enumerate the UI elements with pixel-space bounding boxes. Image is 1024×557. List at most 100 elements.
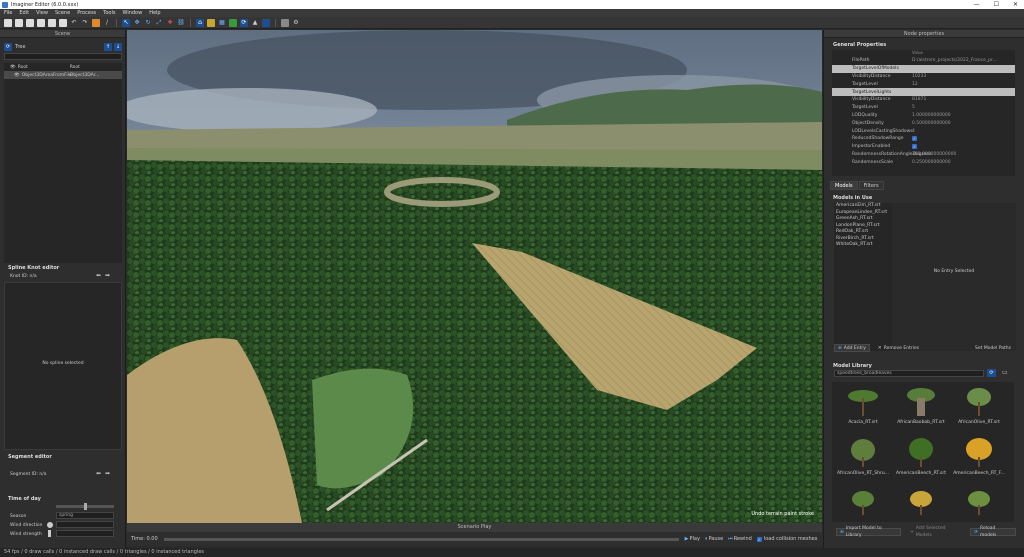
- grass-icon[interactable]: [229, 18, 237, 27]
- wind-strength-handle[interactable]: [48, 530, 51, 537]
- property-group-row[interactable]: TargetLevelLights: [832, 88, 1015, 96]
- menu-help[interactable]: Help: [149, 10, 160, 16]
- wind-direction-input[interactable]: [56, 521, 114, 528]
- paste-icon[interactable]: [59, 18, 67, 27]
- property-value[interactable]: 12: [912, 82, 918, 87]
- library-item[interactable]: AfricanBaobab_RT.srt: [896, 386, 946, 428]
- property-value[interactable]: 5: [912, 105, 915, 110]
- arrow-right-icon[interactable]: ➡: [105, 470, 110, 477]
- move-icon[interactable]: ✥: [133, 19, 141, 27]
- model-list-item[interactable]: WhiteOak_RT.srt: [834, 242, 892, 249]
- season-select[interactable]: spring: [56, 512, 114, 519]
- tab-models[interactable]: Models: [830, 181, 858, 190]
- property-row[interactable]: ObjectDensity 0.500000000000: [832, 119, 1015, 127]
- play-button[interactable]: Play: [690, 536, 700, 542]
- property-value[interactable]: 10233: [912, 74, 926, 79]
- rewind-button[interactable]: Rewind: [734, 536, 752, 542]
- rotate-icon[interactable]: ↻: [144, 19, 152, 27]
- 3d-viewport[interactable]: Undo terrain paint stroke: [127, 30, 822, 523]
- property-value[interactable]: 0.250000000000: [912, 160, 951, 165]
- library-item[interactable]: AmericanBeech_RT_F...: [953, 437, 1005, 479]
- refresh-icon[interactable]: ⟳: [4, 42, 12, 51]
- property-row[interactable]: VisibilityDistance 10233: [832, 73, 1015, 81]
- library-item[interactable]: Acacia_RT.srt: [838, 386, 888, 428]
- new-icon[interactable]: [4, 18, 12, 27]
- property-group-row[interactable]: TargetLevelOfModels: [832, 64, 1015, 73]
- redo-icon[interactable]: ↷: [81, 19, 89, 27]
- property-value[interactable]: 4: [912, 129, 915, 134]
- eye-icon[interactable]: 👁: [10, 65, 16, 70]
- pin-icon[interactable]: ✚: [166, 19, 174, 27]
- paint-icon[interactable]: [207, 18, 215, 27]
- camera-icon[interactable]: [262, 18, 270, 27]
- property-row[interactable]: TargetLevel 5: [832, 104, 1015, 112]
- maximize-button[interactable]: ☐: [994, 1, 999, 8]
- add-selected-button[interactable]: + Add Selected Models: [907, 526, 964, 538]
- minimize-button[interactable]: —: [974, 1, 980, 8]
- add-entry-button[interactable]: ⊕ Add Entry: [834, 344, 870, 352]
- slider-handle[interactable]: [84, 503, 87, 510]
- eye-icon[interactable]: 👁: [14, 73, 20, 78]
- save-icon[interactable]: [26, 18, 34, 27]
- copy-icon[interactable]: [48, 18, 56, 27]
- load-collision-checkbox[interactable]: ✓: [756, 536, 762, 542]
- wind-direction-dial[interactable]: [47, 522, 53, 528]
- menu-view[interactable]: View: [36, 10, 48, 16]
- image-icon[interactable]: [92, 18, 100, 27]
- reload-models-button[interactable]: ⟳ Reload models: [970, 526, 1016, 538]
- menu-file[interactable]: File: [4, 10, 12, 16]
- arrow-left-icon[interactable]: ⬅: [96, 470, 101, 477]
- property-checkbox[interactable]: ✓: [912, 136, 917, 142]
- tree-row[interactable]: 👁 Root Root: [4, 63, 122, 71]
- settings-icon[interactable]: ⚙: [292, 19, 300, 27]
- link-icon[interactable]: ⛓: [177, 19, 185, 27]
- tab-filters[interactable]: Filters: [858, 181, 884, 190]
- arrow-right-icon[interactable]: ➡: [105, 272, 110, 279]
- scale-icon[interactable]: ⤢: [155, 19, 163, 27]
- library-item[interactable]: [838, 489, 888, 515]
- timeline-slider[interactable]: [163, 537, 679, 541]
- property-row[interactable]: ImpostorEnabled ✓: [832, 143, 1015, 151]
- close-button[interactable]: ✕: [1013, 1, 1018, 8]
- open-icon[interactable]: [15, 18, 23, 27]
- menu-window[interactable]: Window: [122, 10, 142, 16]
- library-item[interactable]: [954, 489, 1004, 515]
- rewind-icon[interactable]: ⏮: [728, 536, 733, 542]
- play-icon[interactable]: ▶: [685, 536, 689, 542]
- property-value[interactable]: 360.000000000000: [912, 152, 956, 157]
- refresh-icon[interactable]: ⟳: [987, 369, 996, 377]
- property-checkbox[interactable]: ✓: [912, 144, 917, 150]
- property-row[interactable]: RandomnessScale 0.250000000000: [832, 158, 1015, 166]
- menu-tools[interactable]: Tools: [103, 10, 115, 16]
- refresh-icon[interactable]: ⟳: [240, 18, 248, 27]
- arrow-down-icon[interactable]: ↓: [114, 42, 122, 51]
- property-row[interactable]: LODQuality 1.000000000000: [832, 112, 1015, 120]
- save-as-icon[interactable]: [37, 18, 45, 27]
- library-item[interactable]: AfricanOlive_RT_Shru...: [837, 437, 889, 479]
- library-item[interactable]: AmericanBeech_RT.srt: [896, 437, 946, 479]
- arrow-up-icon[interactable]: ↑: [104, 42, 112, 51]
- import-model-button[interactable]: ⊕ Import Model to Library: [836, 526, 902, 538]
- area-icon[interactable]: ▦: [218, 19, 226, 27]
- box-icon[interactable]: [281, 18, 289, 27]
- property-row[interactable]: FilePath D:/alstrom_projects/2022_France_…: [832, 57, 1015, 65]
- tree-row[interactable]: 👁 Object3DAreaFromFile Object3DAr...: [4, 71, 122, 79]
- property-row[interactable]: ReducedShadowRange ✓: [832, 135, 1015, 143]
- menu-edit[interactable]: Edit: [19, 10, 29, 16]
- library-item[interactable]: AfricanOlive_RT.srt: [954, 386, 1004, 428]
- pause-button[interactable]: Pause: [708, 536, 723, 542]
- property-row[interactable]: RandomnessRotationAngleDegrees 360.000000…: [832, 151, 1015, 159]
- property-value[interactable]: 1.000000000000: [912, 113, 951, 118]
- property-value[interactable]: D:/alstrom_projects/2022_France_pr...: [912, 58, 997, 63]
- property-value[interactable]: 0.500000000000: [912, 121, 951, 126]
- tree-search-input[interactable]: [4, 53, 122, 60]
- arrow-left-icon[interactable]: ⬅: [96, 272, 101, 279]
- set-model-paths-button[interactable]: Set Model Paths: [972, 344, 1014, 352]
- remove-entries-button[interactable]: ✕ Remove Entries: [875, 344, 922, 352]
- property-row[interactable]: LODLevelsCastingShadows 4: [832, 127, 1015, 135]
- pause-icon[interactable]: ⏸: [705, 536, 708, 542]
- wind-strength-input[interactable]: [56, 530, 114, 537]
- library-item[interactable]: [896, 489, 946, 515]
- road-icon[interactable]: ▲: [251, 19, 259, 27]
- folder-icon[interactable]: ▭: [1002, 369, 1011, 377]
